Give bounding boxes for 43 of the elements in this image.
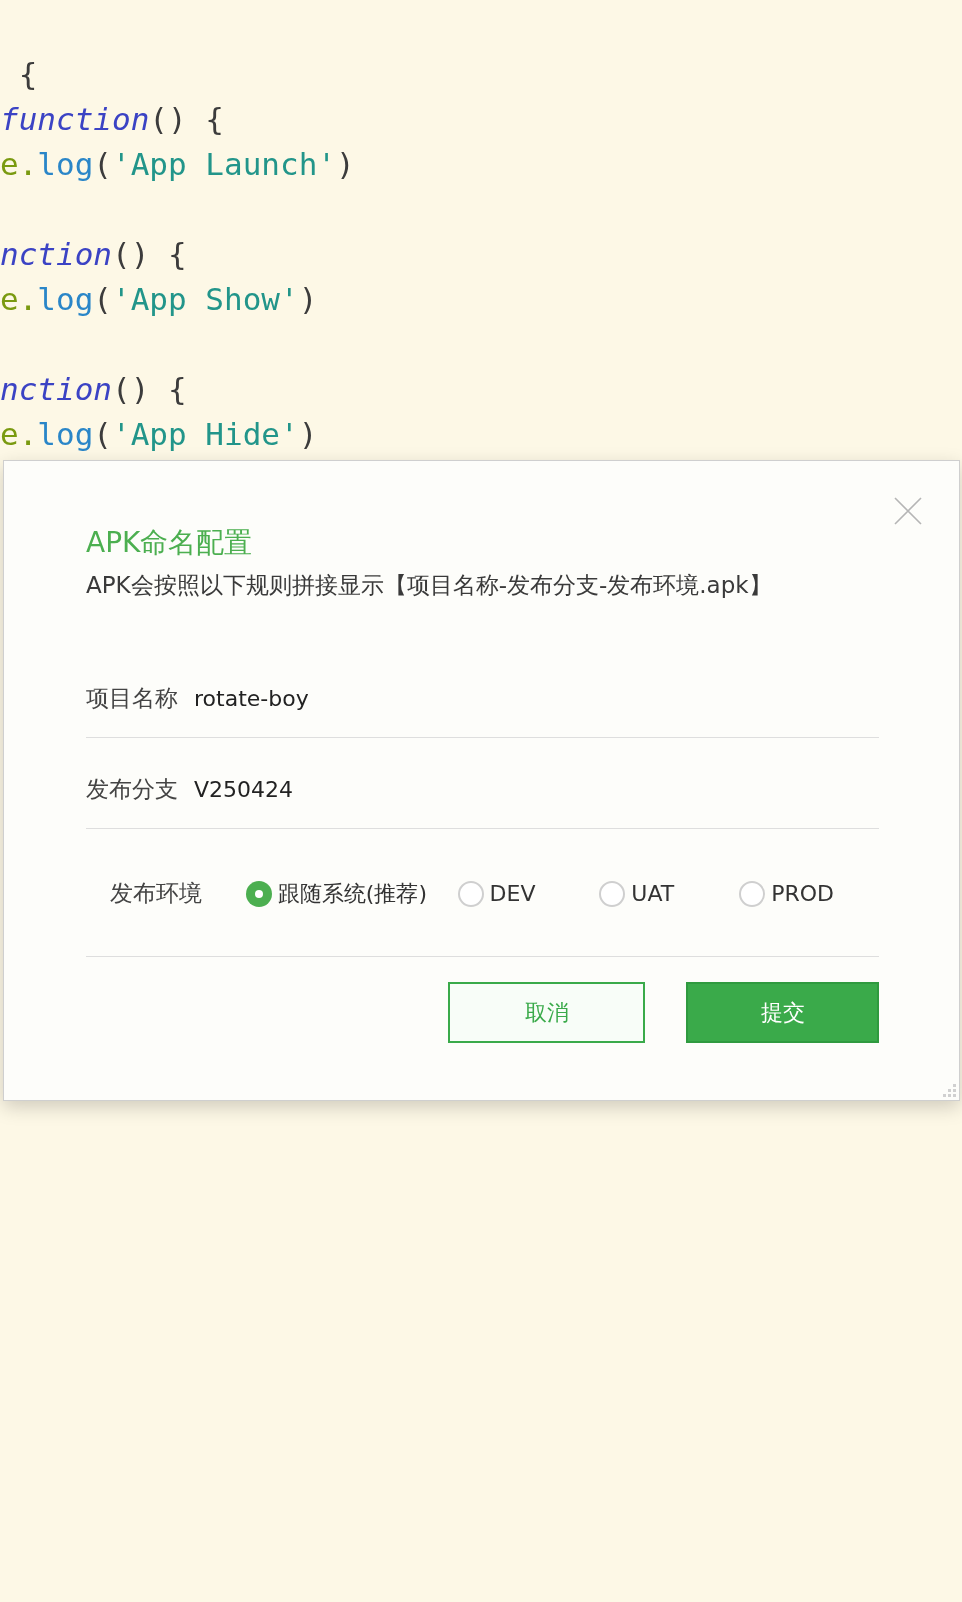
code-token: ( [93, 145, 112, 184]
code-token: ( [93, 415, 112, 454]
code-token: { [17, 55, 38, 94]
radio-button[interactable] [739, 880, 766, 907]
code-token: e [0, 145, 19, 184]
code-token: nction [0, 370, 112, 409]
radio-button[interactable] [599, 880, 626, 907]
input-field[interactable]: V250424 [194, 772, 879, 806]
code-token: . [18, 415, 38, 454]
code-token: log [37, 280, 94, 319]
code-token: 'App Show' [112, 280, 299, 319]
code-token: e [0, 415, 19, 454]
code-token: ) [336, 145, 355, 184]
code-token: log [37, 415, 94, 454]
field-label: 发布环境 [110, 879, 203, 909]
code-token: () { [149, 100, 224, 139]
radio-option[interactable]: PROD [739, 877, 879, 910]
code-token: . [18, 280, 38, 319]
radio-button[interactable] [457, 880, 484, 907]
code-token: 'App Hide' [112, 415, 299, 454]
code-token: ) [298, 280, 318, 319]
field-label: 发布分支 [86, 774, 178, 804]
radio-option[interactable]: UAT [599, 877, 740, 910]
code-token: ( [93, 280, 112, 319]
radio-option[interactable]: 跟随系统(推荐) [245, 877, 458, 910]
resize-grip-icon [941, 1082, 957, 1098]
code-token: 'App Launch' [112, 145, 336, 184]
code-token: log [37, 145, 94, 184]
radio-option[interactable]: DEV [457, 877, 600, 910]
dialog-description: APK会按照以下规则拼接显示【项目名称-发布分支-发布环境.apk】 [86, 571, 772, 599]
code-token: () { [112, 370, 187, 409]
code-token: ) [298, 415, 318, 454]
input-field[interactable]: rotate-boy [194, 681, 879, 715]
code-token: () { [112, 235, 187, 274]
code-token: function [0, 100, 150, 139]
close-button[interactable] [893, 496, 923, 526]
field-label: 项目名称 [86, 683, 178, 713]
dialog-title: APK命名配置 [86, 525, 253, 561]
code-token: . [18, 145, 38, 184]
close-icon [894, 497, 922, 525]
code-token: nction [0, 235, 112, 274]
radio-button[interactable] [245, 880, 272, 907]
code-token: e [0, 280, 19, 319]
